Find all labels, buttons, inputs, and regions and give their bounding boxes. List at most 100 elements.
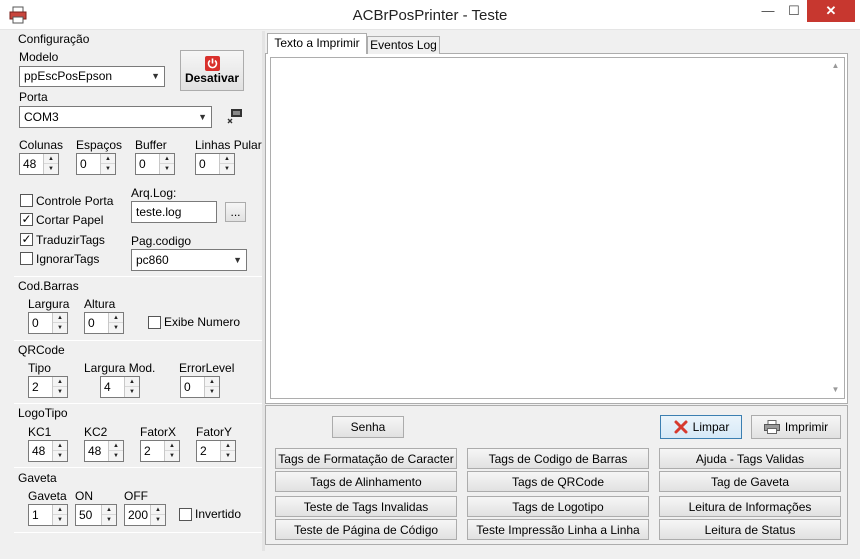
imprimir-button[interactable]: Imprimir	[751, 415, 841, 439]
tag-gaveta-button[interactable]: Tag de Gaveta	[659, 471, 841, 492]
chevron-down-icon: ▼	[151, 71, 160, 81]
spin-up-icon[interactable]: ▲	[205, 377, 219, 387]
pag-codigo-select[interactable]: pc860 ▼	[131, 249, 247, 271]
linhas-pular-label: Linhas Pular	[195, 138, 262, 152]
arq-log-input[interactable]: teste.log	[131, 201, 217, 223]
on-stepper[interactable]: 50 ▲ ▼	[75, 504, 117, 526]
linhas-pular-stepper[interactable]: 0 ▲ ▼	[195, 153, 235, 175]
spin-down-icon[interactable]: ▼	[44, 164, 58, 174]
teste-impressao-linha-button[interactable]: Teste Impressão Linha a Linha	[467, 519, 649, 540]
tags-formatacao-button[interactable]: Tags de Formatação de Caracter	[275, 448, 457, 469]
spin-down-icon[interactable]: ▼	[53, 387, 67, 397]
spin-up-icon[interactable]: ▲	[109, 313, 123, 323]
teste-tags-invalidas-button[interactable]: Teste de Tags Invalidas	[275, 496, 457, 517]
close-button[interactable]: ✕	[807, 0, 855, 22]
modelo-select[interactable]: ppEscPosEpson ▼	[19, 66, 165, 87]
kc2-value: 48	[88, 444, 102, 458]
kc1-stepper[interactable]: 48 ▲ ▼	[28, 440, 68, 462]
spin-up-icon[interactable]: ▲	[53, 441, 67, 451]
qr-error-level-stepper[interactable]: 0 ▲ ▼	[180, 376, 220, 398]
tab-eventos-log[interactable]: Eventos Log	[367, 36, 440, 54]
spin-up-icon[interactable]: ▲	[53, 313, 67, 323]
spin-up-icon[interactable]: ▲	[101, 154, 115, 164]
minimize-button[interactable]: —	[755, 0, 781, 22]
spin-up-icon[interactable]: ▲	[221, 441, 235, 451]
colunas-stepper[interactable]: 48 ▲ ▼	[19, 153, 59, 175]
scroll-up-icon[interactable]: ▲	[827, 58, 844, 74]
tags-alinhamento-button[interactable]: Tags de Alinhamento	[275, 471, 457, 492]
spin-up-icon[interactable]: ▲	[220, 154, 234, 164]
qrcode-group-label: QRCode	[18, 343, 65, 357]
limpar-button[interactable]: Limpar	[660, 415, 742, 439]
print-text-area[interactable]	[270, 57, 845, 399]
modelo-label: Modelo	[19, 50, 59, 64]
leitura-informacoes-button[interactable]: Leitura de Informações	[659, 496, 841, 517]
cortar-papel-checkbox[interactable]: ✓	[20, 213, 33, 226]
spin-down-icon[interactable]: ▼	[160, 164, 174, 174]
spin-down-icon[interactable]: ▼	[221, 451, 235, 461]
spin-down-icon[interactable]: ▼	[151, 515, 165, 525]
tab-texto-imprimir[interactable]: Texto a Imprimir	[267, 33, 367, 54]
vertical-scrollbar[interactable]: ▲ ▼	[827, 58, 844, 398]
spin-down-icon[interactable]: ▼	[125, 387, 139, 397]
divider	[14, 276, 262, 277]
browse-log-button[interactable]: ...	[225, 202, 246, 222]
spin-down-icon[interactable]: ▼	[109, 451, 123, 461]
invertido-checkbox[interactable]	[179, 508, 192, 521]
qr-error-level-value: 0	[184, 380, 191, 394]
spin-up-icon[interactable]: ▲	[125, 377, 139, 387]
espacos-label: Espaços	[76, 138, 123, 152]
spin-down-icon[interactable]: ▼	[165, 451, 179, 461]
tags-qrcode-button[interactable]: Tags de QRCode	[467, 471, 649, 492]
tags-codigo-barras-button[interactable]: Tags de Codigo de Barras	[467, 448, 649, 469]
leitura-status-button[interactable]: Leitura de Status	[659, 519, 841, 540]
espacos-stepper[interactable]: 0 ▲ ▼	[76, 153, 116, 175]
spin-up-icon[interactable]: ▲	[44, 154, 58, 164]
buffer-stepper[interactable]: 0 ▲ ▼	[135, 153, 175, 175]
fatory-stepper[interactable]: 2 ▲ ▼	[196, 440, 236, 462]
spin-up-icon[interactable]: ▲	[53, 505, 67, 515]
maximize-button[interactable]: ☐	[781, 0, 807, 22]
teste-pagina-codigo-button[interactable]: Teste de Página de Código	[275, 519, 457, 540]
colunas-value: 48	[23, 157, 37, 171]
ignorar-tags-checkbox[interactable]	[20, 252, 33, 265]
qr-tipo-stepper[interactable]: 2 ▲ ▼	[28, 376, 68, 398]
cb-altura-stepper[interactable]: 0 ▲ ▼	[84, 312, 124, 334]
linhas-pular-value: 0	[199, 157, 206, 171]
spin-up-icon[interactable]: ▲	[53, 377, 67, 387]
qr-largura-mod-stepper[interactable]: 4 ▲ ▼	[100, 376, 140, 398]
tags-logotipo-button[interactable]: Tags de Logotipo	[467, 496, 649, 517]
kc2-stepper[interactable]: 48 ▲ ▼	[84, 440, 124, 462]
scroll-down-icon[interactable]: ▼	[827, 382, 844, 398]
qr-tipo-label: Tipo	[28, 361, 51, 375]
spin-up-icon[interactable]: ▲	[151, 505, 165, 515]
fatorx-stepper[interactable]: 2 ▲ ▼	[140, 440, 180, 462]
traduzir-tags-checkbox[interactable]: ✓	[20, 233, 33, 246]
porta-select-value: COM3	[24, 110, 59, 124]
cb-largura-stepper[interactable]: 0 ▲ ▼	[28, 312, 68, 334]
spin-up-icon[interactable]: ▲	[109, 441, 123, 451]
off-stepper[interactable]: 200 ▲ ▼	[124, 504, 166, 526]
arq-log-label: Arq.Log:	[131, 186, 177, 200]
desativar-label: Desativar	[184, 71, 240, 85]
spin-down-icon[interactable]: ▼	[109, 323, 123, 333]
spin-down-icon[interactable]: ▼	[101, 164, 115, 174]
ajuda-tags-button[interactable]: Ajuda - Tags Validas	[659, 448, 841, 469]
spin-down-icon[interactable]: ▼	[205, 387, 219, 397]
spin-up-icon[interactable]: ▲	[160, 154, 174, 164]
spin-down-icon[interactable]: ▼	[220, 164, 234, 174]
spin-down-icon[interactable]: ▼	[53, 515, 67, 525]
desativar-button[interactable]: Desativar	[180, 50, 244, 91]
spin-down-icon[interactable]: ▼	[102, 515, 116, 525]
spin-up-icon[interactable]: ▲	[102, 505, 116, 515]
gaveta-stepper[interactable]: 1 ▲ ▼	[28, 504, 68, 526]
spin-down-icon[interactable]: ▼	[53, 323, 67, 333]
controle-porta-checkbox[interactable]	[20, 194, 33, 207]
exibe-numero-checkbox[interactable]	[148, 316, 161, 329]
porta-select[interactable]: COM3 ▼	[19, 106, 212, 128]
port-settings-icon[interactable]	[226, 107, 244, 125]
senha-button[interactable]: Senha	[332, 416, 404, 438]
spin-up-icon[interactable]: ▲	[165, 441, 179, 451]
spin-down-icon[interactable]: ▼	[53, 451, 67, 461]
cb-altura-value: 0	[88, 316, 95, 330]
